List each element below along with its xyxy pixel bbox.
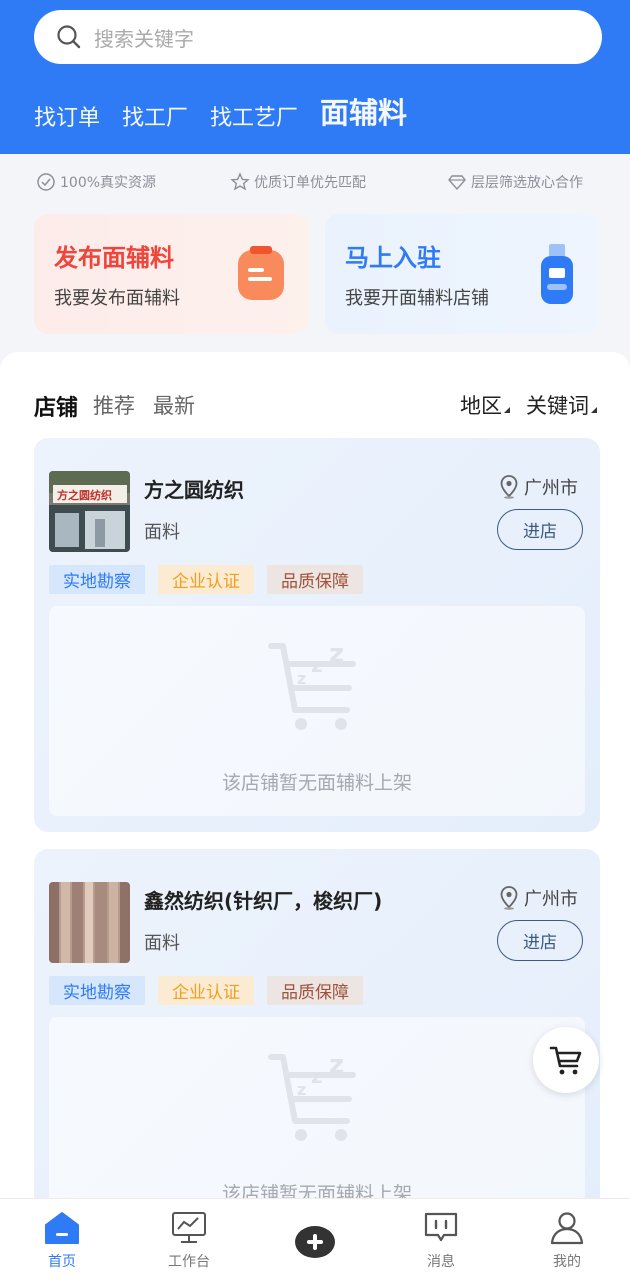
floating-cart-button[interactable] [533, 1027, 599, 1093]
shop-thumbnail [49, 882, 130, 963]
enter-shop-button[interactable]: 进店 [497, 509, 583, 550]
top-header: 搜索关键字 找订单 找工厂 找工艺厂 面辅料 [0, 0, 630, 154]
user-icon [550, 1212, 584, 1245]
star-icon [230, 172, 250, 191]
tabbar-messages[interactable]: 消息 [401, 1211, 481, 1271]
location-label: 广州市 [524, 478, 578, 499]
tabbar-workbench[interactable]: 工作台 [149, 1211, 229, 1271]
publish-subtitle: 我要发布面辅料 [54, 288, 180, 309]
filter-bar: 店铺 推荐 最新 地区 关键词 [34, 390, 600, 422]
filter-tab-recommended[interactable]: 推荐 [93, 390, 135, 420]
empty-products-placeholder: z z z 该店铺暂无面辅料上架 [49, 1017, 585, 1227]
sleeping-cart-icon: z z z [268, 1051, 356, 1141]
keyword-label: 关键词 [526, 394, 589, 418]
tabbar-home[interactable]: 首页 [22, 1211, 102, 1271]
feature-strip: 100%真实资源 优质订单优先匹配 层层筛选放心合作 [0, 172, 630, 196]
shop-tags: 实地勘察 企业认证 品质保障 [49, 976, 376, 1005]
check-circle-icon [37, 173, 55, 191]
feature-priority-match: 优质订单优先匹配 [230, 172, 366, 192]
enter-shop-button[interactable]: 进店 [497, 920, 583, 961]
svg-text:z: z [311, 1064, 323, 1088]
svg-text:方之圆纺织: 方之圆纺织 [57, 488, 112, 502]
cart-icon [549, 1046, 582, 1075]
feature-label: 层层筛选放心合作 [471, 175, 583, 191]
tabbar-label: 我的 [553, 1254, 581, 1270]
usb-store-icon [541, 244, 573, 304]
join-store-card[interactable]: 马上入驻 我要开面辅料店铺 [325, 214, 599, 334]
shop-name: 方之圆纺织 [144, 478, 244, 502]
keyword-dropdown[interactable]: 关键词 [526, 390, 597, 420]
publish-materials-card[interactable]: 发布面辅料 我要发布面辅料 [34, 214, 308, 334]
shop-card[interactable]: 鑫然纺织(针织厂，梭织厂) 面料 广州市 进店 实地勘察 企业认证 品质保障 z… [34, 849, 600, 1243]
location-pin-icon [500, 886, 518, 910]
filter-tab-shops[interactable]: 店铺 [34, 390, 78, 422]
shop-list-panel: 店铺 推荐 最新 地区 关键词 方之圆纺织 方之圆纺织 面料 广州市 进店 实地… [0, 352, 630, 1280]
region-dropdown[interactable]: 地区 [460, 390, 510, 420]
triangle-down-icon [504, 407, 510, 413]
publish-title: 发布面辅料 [54, 244, 174, 272]
home-icon [45, 1212, 79, 1244]
svg-text:z: z [329, 1051, 344, 1080]
search-icon [57, 25, 81, 49]
svg-text:z: z [329, 640, 344, 669]
join-subtitle: 我要开面辅料店铺 [345, 288, 489, 309]
tag-quality-assured: 品质保障 [267, 976, 363, 1005]
monitor-chart-icon [172, 1212, 206, 1243]
location-pin-icon [500, 475, 518, 499]
empty-message: 该店铺暂无面辅料上架 [221, 772, 412, 794]
tabbar-profile[interactable]: 我的 [527, 1211, 607, 1271]
shop-thumbnail: 方之圆纺织 [49, 471, 130, 552]
message-icon [424, 1212, 458, 1242]
empty-products-placeholder: z z z 该店铺暂无面辅料上架 [49, 606, 585, 816]
tab-find-craft-factory[interactable]: 找工艺厂 [210, 100, 298, 132]
tab-fabrics-accessories[interactable]: 面辅料 [320, 90, 407, 132]
bottom-tab-bar: 首页 工作台 消息 我的 [0, 1198, 630, 1280]
search-bar[interactable]: 搜索关键字 [34, 10, 602, 64]
tab-find-orders[interactable]: 找订单 [34, 100, 100, 132]
triangle-down-icon [591, 407, 597, 413]
filter-tab-latest[interactable]: 最新 [153, 390, 195, 420]
tag-quality-assured: 品质保障 [267, 565, 363, 594]
shop-location: 广州市 [500, 885, 578, 911]
search-placeholder: 搜索关键字 [94, 26, 194, 51]
sleeping-cart-icon: z z z [268, 640, 356, 730]
feature-filtered-cooperation: 层层筛选放心合作 [447, 172, 583, 192]
tag-enterprise-certified: 企业认证 [158, 565, 254, 594]
diamond-icon [448, 175, 466, 191]
shop-name: 鑫然纺织(针织厂，梭织厂) [144, 889, 383, 913]
region-label: 地区 [460, 394, 502, 418]
tabbar-add[interactable] [275, 1225, 355, 1259]
tag-enterprise-certified: 企业认证 [158, 976, 254, 1005]
feature-real-resources: 100%真实资源 [36, 172, 156, 192]
category-tabs: 找订单 找工厂 找工艺厂 面辅料 [34, 96, 429, 132]
tabbar-label: 首页 [48, 1254, 76, 1270]
shop-location: 广州市 [500, 474, 578, 500]
shop-category: 面料 [144, 522, 180, 543]
join-title: 马上入驻 [345, 244, 441, 272]
plus-circle-icon [295, 1226, 335, 1258]
location-label: 广州市 [524, 889, 578, 910]
document-icon [238, 246, 284, 300]
shop-card[interactable]: 方之圆纺织 方之圆纺织 面料 广州市 进店 实地勘察 企业认证 品质保障 z z… [34, 438, 600, 832]
shop-category: 面料 [144, 933, 180, 954]
shop-tags: 实地勘察 企业认证 品质保障 [49, 565, 376, 594]
tabbar-label: 工作台 [168, 1254, 210, 1270]
svg-text:z: z [297, 669, 306, 688]
feature-label: 优质订单优先匹配 [254, 175, 366, 191]
svg-text:z: z [297, 1080, 306, 1099]
tab-find-factory[interactable]: 找工厂 [122, 100, 188, 132]
tag-site-inspection: 实地勘察 [49, 565, 145, 594]
tag-site-inspection: 实地勘察 [49, 976, 145, 1005]
tabbar-label: 消息 [427, 1254, 455, 1270]
feature-label: 100%真实资源 [60, 175, 157, 191]
svg-text:z: z [311, 653, 323, 677]
